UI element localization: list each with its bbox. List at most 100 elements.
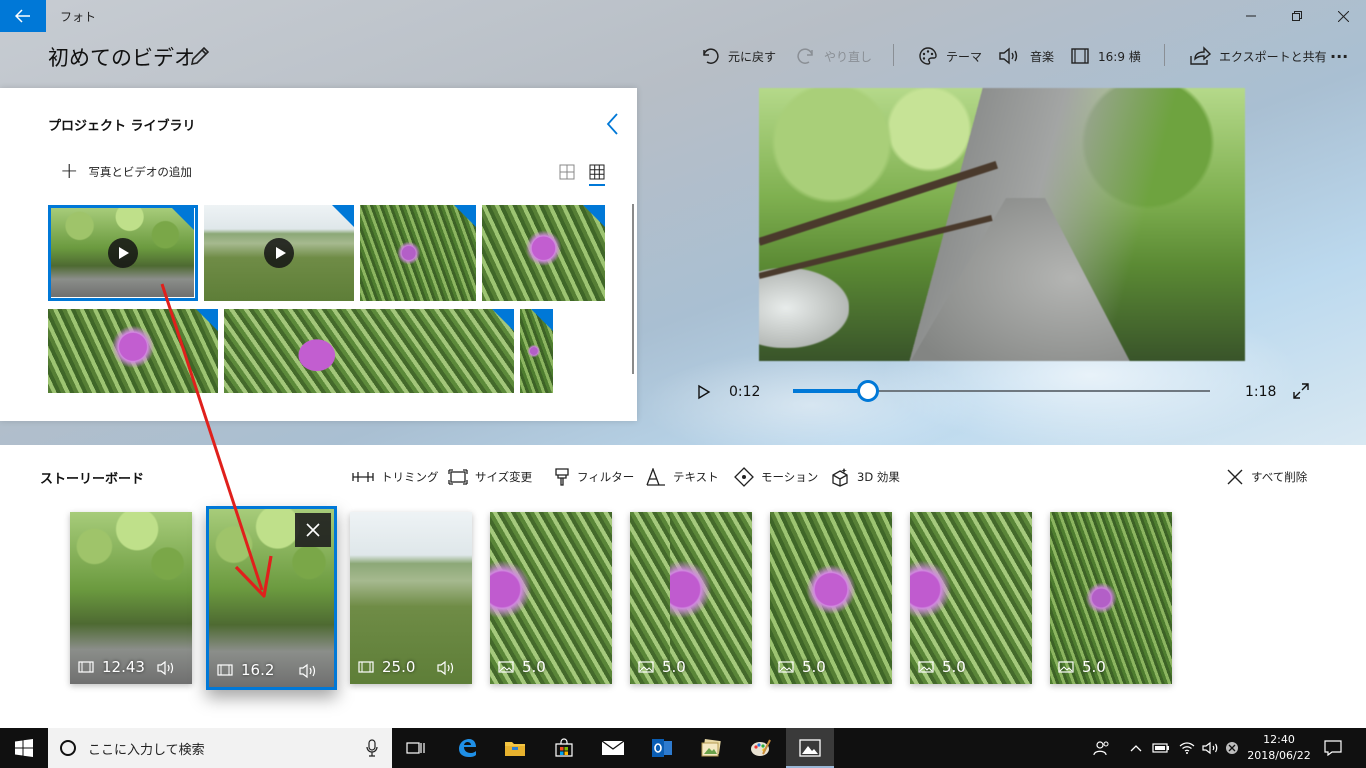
store-button[interactable] [540,728,588,768]
motion-button[interactable]: モーション [734,467,818,487]
outlook-button[interactable] [638,728,686,768]
film-icon [78,661,94,673]
current-time: 0:12 [729,384,761,400]
taskbar-search-box[interactable]: ここに入力して検索 [48,728,392,768]
preview-water [759,268,849,348]
aspect-ratio-button[interactable]: 16:9 横 [1070,44,1141,68]
filter-label: フィルター [577,470,635,484]
volume-indicator[interactable] [1200,728,1222,768]
play-icon[interactable] [697,384,711,400]
music-button[interactable]: 音楽 [998,44,1054,68]
remove-clip-button[interactable] [295,513,331,547]
total-duration: 1:18 [1245,384,1277,400]
storyboard-panel: ストーリーボード トリミング サイズ変更 フィルター テキスト モーション 3D… [0,445,1366,728]
volume-icon [1202,741,1218,755]
resize-button[interactable]: サイズ変更 [448,467,532,487]
preview-fence [759,215,993,279]
video-preview[interactable] [759,88,1245,361]
grid-large-icon[interactable] [557,162,577,182]
expand-icon[interactable] [1293,383,1309,399]
redo-icon [797,48,813,64]
minimize-button[interactable] [1228,0,1274,32]
library-thumbnail-photo[interactable] [520,309,553,393]
speaker-icon[interactable] [156,660,176,676]
people-button[interactable] [1088,728,1116,768]
library-thumbnail-photo[interactable] [482,205,605,301]
3d-effects-button[interactable]: 3D 効果 [830,467,900,487]
photo-stack-icon [701,738,721,757]
trim-button[interactable]: トリミング [352,467,439,487]
mail-button[interactable] [589,728,637,768]
3d-cube-icon [832,468,848,487]
library-thumbnail-video[interactable] [204,205,354,301]
redo-button[interactable]: やり直し [796,44,872,68]
export-share-button[interactable]: エクスポートと共有 [1189,44,1327,68]
outlook-icon [652,739,672,757]
wifi-icon [1179,742,1195,754]
start-button[interactable] [0,728,48,768]
library-thumbnail-photo[interactable] [48,309,218,393]
add-photos-videos-label: 写真とビデオの追加 [88,165,192,179]
notification-badge[interactable] [1222,728,1242,768]
chevron-up-icon [1130,745,1142,752]
people-icon [1093,741,1109,756]
close-button[interactable] [1320,0,1366,32]
seek-bar-handle[interactable] [857,380,880,402]
clip-info: 5.0 [498,658,604,676]
filter-button[interactable]: フィルター [554,467,634,487]
add-photos-videos-button[interactable]: + 写真とビデオの追加 [60,161,192,183]
added-marker-icon [531,309,553,331]
action-center-button[interactable] [1318,728,1348,768]
battery-indicator[interactable] [1150,728,1172,768]
back-button[interactable] [0,0,46,32]
title-bar: フォト [0,0,1366,32]
project-title[interactable]: 初めてのビデオ [48,42,195,72]
clip-info: 5.0 [1058,658,1164,676]
wifi-indicator[interactable] [1176,728,1198,768]
added-marker-icon [492,309,514,331]
photos-app-button[interactable] [786,728,834,768]
library-scrollbar[interactable] [632,204,634,374]
theme-label: テーマ [946,49,983,64]
undo-button[interactable]: 元に戻す [700,44,776,68]
pencil-icon[interactable] [188,44,212,68]
palette-icon [919,47,937,65]
maximize-button[interactable] [1274,0,1320,32]
storyboard-clip[interactable]: 5.0 [1050,512,1172,684]
speaker-icon[interactable] [436,660,456,676]
storyboard-clip[interactable]: 5.0 [490,512,612,684]
trim-label: トリミング [381,470,439,484]
show-hidden-icons-button[interactable] [1126,728,1146,768]
edge-browser-button[interactable] [443,728,491,768]
library-thumbnail-photo[interactable] [360,205,476,301]
text-button[interactable]: テキスト [646,467,719,487]
file-explorer-button[interactable] [491,728,539,768]
clip-info: 5.0 [918,658,1024,676]
mail-icon [601,740,625,755]
paint-button[interactable] [736,728,784,768]
project-library-title: プロジェクト ライブラリ [48,119,196,134]
storyboard-clip[interactable]: 25.0 [350,512,472,684]
storyboard-clip[interactable]: 12.43 [70,512,192,684]
close-icon [1337,10,1349,22]
microphone-icon[interactable] [366,739,378,757]
action-center-icon [1324,740,1342,756]
library-thumbnail-photo[interactable] [224,309,514,393]
task-view-button[interactable] [392,728,440,768]
theme-button[interactable]: テーマ [918,44,982,68]
grid-small-toggle[interactable] [587,162,607,186]
storyboard-clip[interactable]: 5.0 [630,512,752,684]
photo-viewer-button[interactable] [687,728,735,768]
storyboard-clip[interactable]: 5.0 [770,512,892,684]
grid-small-icon [589,164,605,180]
preview-fence [759,160,999,246]
storyboard-clip[interactable]: 5.0 [910,512,1032,684]
more-options-button[interactable]: ··· [1330,44,1348,68]
added-marker-icon [332,205,354,227]
back-arrow-icon [15,9,30,23]
delete-all-button[interactable]: すべて削除 [1226,467,1307,487]
delete-all-label: すべて削除 [1251,470,1308,484]
chevron-left-icon[interactable] [603,112,623,136]
clip-info: 12.43 [78,658,184,676]
taskbar-clock[interactable]: 12:40 2018/06/22 [1244,732,1314,764]
